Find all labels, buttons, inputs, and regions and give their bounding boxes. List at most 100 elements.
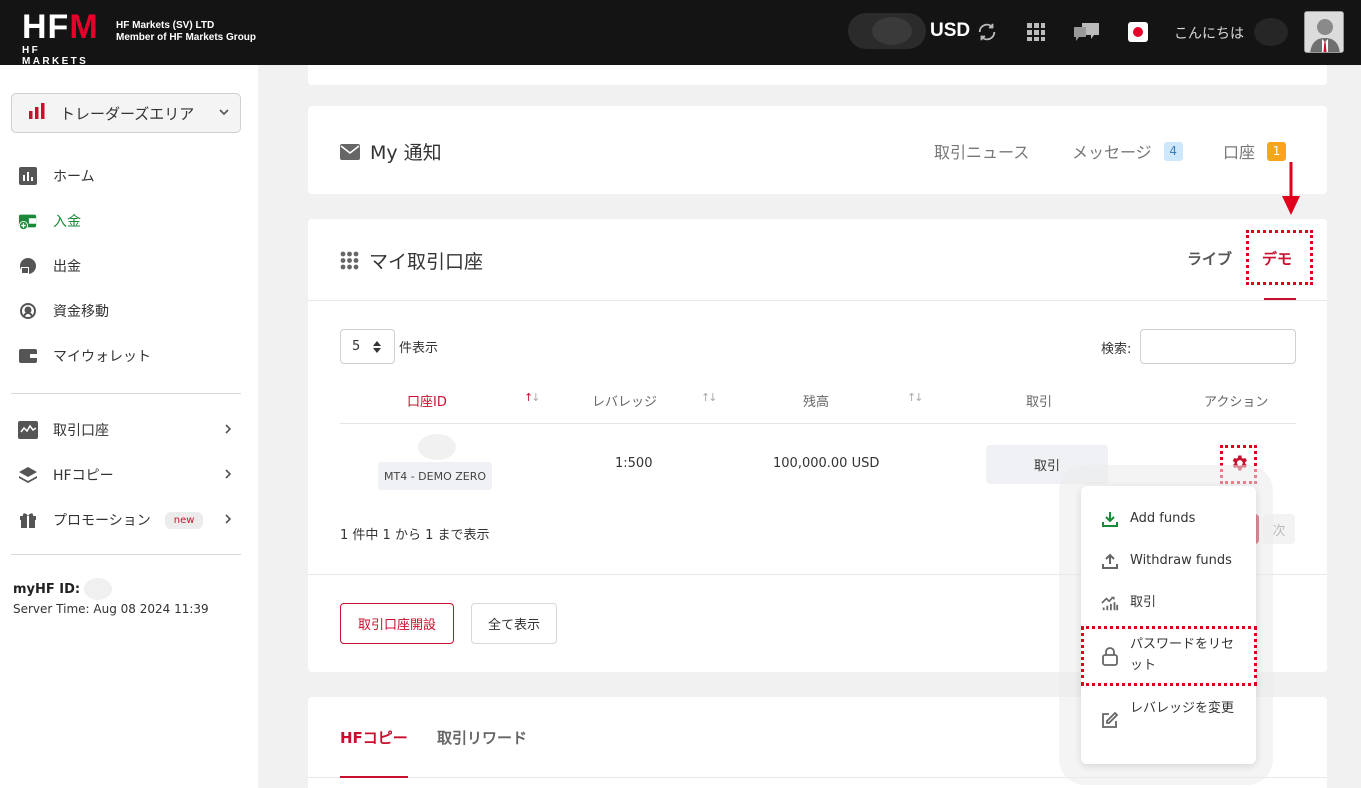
notifications-title: My 通知	[340, 138, 442, 165]
demo-tab-highlight	[1246, 230, 1313, 285]
menu-item-withdraw-funds[interactable]: Withdraw funds	[1101, 552, 1251, 571]
accounts-title: マイ取引口座	[340, 247, 483, 274]
top-card-edge	[308, 65, 1327, 85]
tab-hf-copy[interactable]: HFコピー	[340, 727, 408, 748]
open-account-button[interactable]: 取引口座開設	[340, 603, 454, 644]
action-menu: Add funds Withdraw funds 取引 パスワードをリセット レ…	[1081, 486, 1256, 764]
notif-messages-link[interactable]: メッセージ 4	[1072, 139, 1183, 163]
sidebar-item-trading-accounts[interactable]: 取引口座	[18, 418, 232, 442]
notifications-card: My 通知 取引ニュース メッセージ 4 口座 1	[308, 106, 1327, 194]
grid-icon	[340, 251, 359, 270]
sidebar-item-label: 出金	[53, 259, 81, 275]
japan-flag-icon[interactable]	[1126, 20, 1150, 44]
new-badge: new	[164, 511, 204, 529]
chevron-down-icon	[218, 106, 230, 122]
username-blurred	[1254, 18, 1288, 46]
chart-icon	[18, 166, 38, 186]
sidebar-item-label: 入金	[53, 214, 81, 230]
traders-area-select[interactable]: トレーダーズエリア	[11, 93, 241, 133]
balance-blurred	[848, 13, 926, 49]
notif-link-label: メッセージ	[1072, 143, 1152, 162]
col-header-account-id[interactable]: 口座ID	[407, 391, 447, 410]
accounts-title-text: マイ取引口座	[369, 251, 484, 273]
logo-mark: HFM	[22, 8, 99, 46]
sort-icon[interactable]: ↑↓	[701, 391, 718, 404]
col-header-balance[interactable]: 残高	[803, 391, 829, 410]
sort-icon[interactable]: ↑↓	[907, 391, 924, 404]
sidebar-item-label: マイウォレット	[53, 349, 151, 365]
chat-icon[interactable]	[1073, 20, 1101, 44]
chevron-right-icon	[223, 468, 233, 484]
sidebar-item-label: 取引口座	[53, 423, 109, 439]
apps-grid-icon[interactable]	[1024, 20, 1048, 44]
section-divider	[308, 300, 1327, 301]
tab-hf-copy-underline	[340, 776, 408, 778]
sidebar-item-home[interactable]: ホーム	[18, 164, 95, 188]
notifications-title-text: My 通知	[370, 142, 442, 164]
account-type-tag: MT4 - DEMO ZERO	[378, 462, 492, 490]
sidebar-item-wallet[interactable]: マイウォレット	[18, 344, 151, 368]
tab-trade-rewards[interactable]: 取引リワード	[437, 727, 527, 748]
edit-icon	[1101, 711, 1119, 729]
top-bar: HFM HF MARKETS HF Markets (SV) LTD Membe…	[0, 0, 1361, 67]
currency-label[interactable]: USD	[930, 20, 970, 42]
greeting-text: こんにちは	[1174, 26, 1244, 42]
menu-item-label: 取引	[1130, 595, 1157, 610]
notif-trade-news-link[interactable]: 取引ニュース	[934, 139, 1029, 163]
chevron-right-icon	[223, 513, 233, 529]
refresh-icon[interactable]	[975, 20, 999, 44]
sidebar-divider	[11, 554, 241, 555]
messages-count-badge: 4	[1163, 141, 1183, 161]
search-input[interactable]	[1140, 329, 1296, 364]
logo-subtitle: HF MARKETS	[22, 45, 89, 67]
notif-account-link[interactable]: 口座 1	[1223, 139, 1287, 163]
leverage-value: 1:500	[615, 456, 653, 471]
menu-item-trade[interactable]: 取引	[1101, 594, 1251, 613]
company-info: HF Markets (SV) LTD Member of HF Markets…	[116, 20, 256, 44]
hfm-logo[interactable]: HFM HF MARKETS	[22, 8, 108, 67]
col-header-action: アクション	[1204, 395, 1269, 410]
traders-area-label: トレーダーズエリア	[60, 104, 195, 123]
sidebar-divider	[11, 393, 241, 394]
withdraw-icon	[18, 256, 38, 276]
myhf-id-label: myHF ID:	[13, 582, 81, 597]
table-header-divider	[340, 423, 1296, 424]
show-all-button[interactable]: 全て表示	[471, 603, 557, 644]
account-id-blurred	[418, 434, 456, 460]
page-length-label: 件表示	[399, 341, 439, 356]
balance-value: 100,000.00 USD	[773, 456, 880, 471]
sidebar-item-promotion[interactable]: プロモーション new	[18, 508, 232, 532]
transfer-icon	[18, 301, 38, 321]
table-info: 1 件中 1 から 1 まで表示	[340, 528, 490, 543]
notif-link-label: 取引ニュース	[934, 143, 1030, 162]
page-length-select[interactable]: 5	[340, 329, 395, 364]
tab-live[interactable]: ライブ	[1187, 248, 1232, 269]
trade-chart-icon	[1101, 594, 1119, 612]
menu-item-add-funds[interactable]: Add funds	[1101, 510, 1251, 529]
col-header-leverage[interactable]: レバレッジ	[592, 391, 657, 410]
notif-link-label: 口座	[1223, 143, 1256, 162]
reset-password-highlight	[1081, 626, 1257, 686]
sidebar-item-label: プロモーション	[53, 513, 151, 529]
upload-icon	[1101, 552, 1119, 570]
sidebar-item-deposit[interactable]: 入金	[18, 209, 81, 233]
menu-item-label: レバレッジを変更	[1130, 701, 1235, 716]
sort-asc-icon[interactable]: ↑↓	[524, 391, 541, 404]
search-label: 検索:	[1101, 342, 1132, 357]
sidebar-item-hf-copy[interactable]: HFコピー	[18, 463, 232, 487]
avatar[interactable]	[1304, 11, 1344, 53]
sidebar-item-withdraw[interactable]: 出金	[18, 254, 81, 278]
sidebar-item-label: HFコピー	[53, 468, 114, 484]
account-count-badge: 1	[1267, 141, 1287, 161]
col-header-trade: 取引	[1026, 395, 1053, 410]
menu-item-change-leverage[interactable]: レバレッジを変更	[1101, 700, 1251, 729]
select-sort-icon	[372, 340, 382, 358]
red-arrow-icon	[1281, 162, 1301, 221]
sidebar-item-label: 資金移動	[53, 304, 109, 320]
deposit-wallet-icon	[18, 211, 38, 231]
wallet-icon	[18, 346, 38, 366]
company-name: HF Markets (SV) LTD	[116, 20, 215, 31]
gift-icon	[18, 510, 38, 530]
page-length-value: 5	[352, 339, 361, 354]
sidebar-item-transfer[interactable]: 資金移動	[18, 299, 109, 323]
